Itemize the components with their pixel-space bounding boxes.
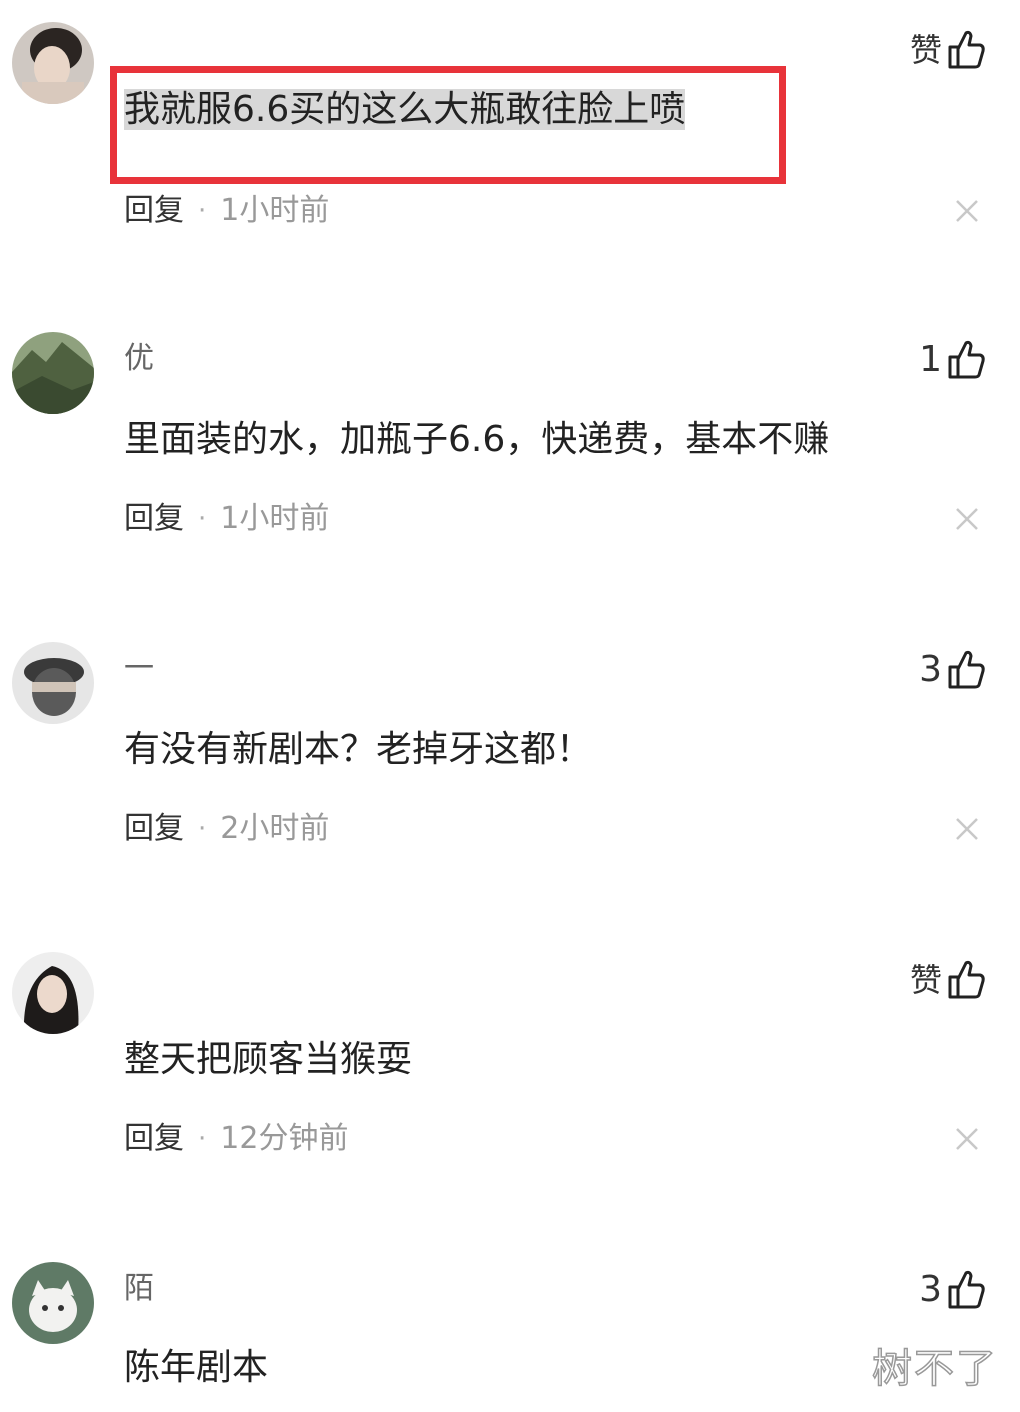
timestamp: 12分钟前 <box>220 1121 349 1156</box>
like-count: 赞 <box>909 31 942 69</box>
like-button[interactable]: 3 <box>919 648 986 692</box>
comment-text: 有没有新剧本？老掉牙这都！ <box>124 729 593 770</box>
username[interactable]: 陌 <box>124 1266 154 1312</box>
comment-item: 陌 3 陈年剧本 <box>0 1240 1020 1412</box>
close-icon[interactable] <box>954 1126 980 1152</box>
like-count: 3 <box>919 649 942 690</box>
reply-button[interactable]: 回复 <box>124 1116 184 1162</box>
comment-text: 陈年剧本 <box>124 1347 269 1388</box>
reply-button[interactable]: 回复 <box>124 496 184 542</box>
like-button[interactable]: 1 <box>919 338 986 382</box>
timestamp: 1小时前 <box>220 501 330 536</box>
comment-meta: 回复 · 1小时前 <box>124 496 329 542</box>
avatar[interactable] <box>12 22 94 104</box>
close-icon[interactable] <box>954 816 980 842</box>
separator-dot: · <box>198 814 207 844</box>
separator-dot: · <box>198 196 207 226</box>
separator-dot: · <box>198 1124 207 1154</box>
separator-dot: · <box>198 504 207 534</box>
username-visible-part: 陌 <box>124 1271 154 1306</box>
avatar[interactable] <box>12 1262 94 1344</box>
like-count: 3 <box>919 1269 942 1310</box>
comment-text: 里面装的水，加瓶子6.6，快递费，基本不赚 <box>124 419 830 460</box>
comment-item: 一 3 有没有新剧本？老掉牙这都！ 回复 · 2小时前 <box>0 620 1020 930</box>
comment-item: 优 1 里面装的水，加瓶子6.6，快递费，基本不赚 回复 · 1小时前 <box>0 310 1020 620</box>
username[interactable]: 优 <box>124 336 154 382</box>
reply-button[interactable]: 回复 <box>124 806 184 852</box>
comment-item: 赞 我就服6.6买的这么大瓶敢往脸上喷 回复 · 1小时前 <box>0 0 1020 310</box>
like-button[interactable]: 3 <box>919 1268 986 1312</box>
comment-list: 赞 我就服6.6买的这么大瓶敢往脸上喷 回复 · 1小时前 优 1 里面装的水，… <box>0 0 1020 1412</box>
comment-meta: 回复 · 2小时前 <box>124 806 329 852</box>
highlight-box <box>110 66 786 184</box>
timestamp: 1小时前 <box>220 193 330 228</box>
close-icon[interactable] <box>954 198 980 224</box>
thumbs-up-icon <box>948 960 985 999</box>
comment-meta: 回复 · 12分钟前 <box>124 1116 348 1162</box>
username-visible-part: 优 <box>124 341 154 376</box>
thumbs-up-icon <box>948 340 985 379</box>
reply-button[interactable]: 回复 <box>124 188 184 234</box>
close-icon[interactable] <box>954 506 980 532</box>
like-count: 赞 <box>909 961 942 999</box>
avatar[interactable] <box>12 642 94 724</box>
comment-meta: 回复 · 1小时前 <box>124 188 329 234</box>
like-count: 1 <box>919 339 942 380</box>
thumbs-up-icon <box>948 1270 985 1309</box>
like-button[interactable]: 赞 <box>910 958 986 1002</box>
username-visible-part: 一 <box>124 651 154 686</box>
avatar[interactable] <box>12 952 94 1034</box>
avatar[interactable] <box>12 332 94 414</box>
comment-item: 赞 整天把顾客当猴耍 回复 · 12分钟前 <box>0 930 1020 1240</box>
comment-text: 整天把顾客当猴耍 <box>124 1039 413 1080</box>
timestamp: 2小时前 <box>220 811 330 846</box>
thumbs-up-icon <box>948 650 985 689</box>
thumbs-up-icon <box>948 30 985 69</box>
like-button[interactable]: 赞 <box>910 28 986 72</box>
username[interactable]: 一 <box>124 646 154 692</box>
watermark-text: 树不了 <box>871 1345 998 1393</box>
